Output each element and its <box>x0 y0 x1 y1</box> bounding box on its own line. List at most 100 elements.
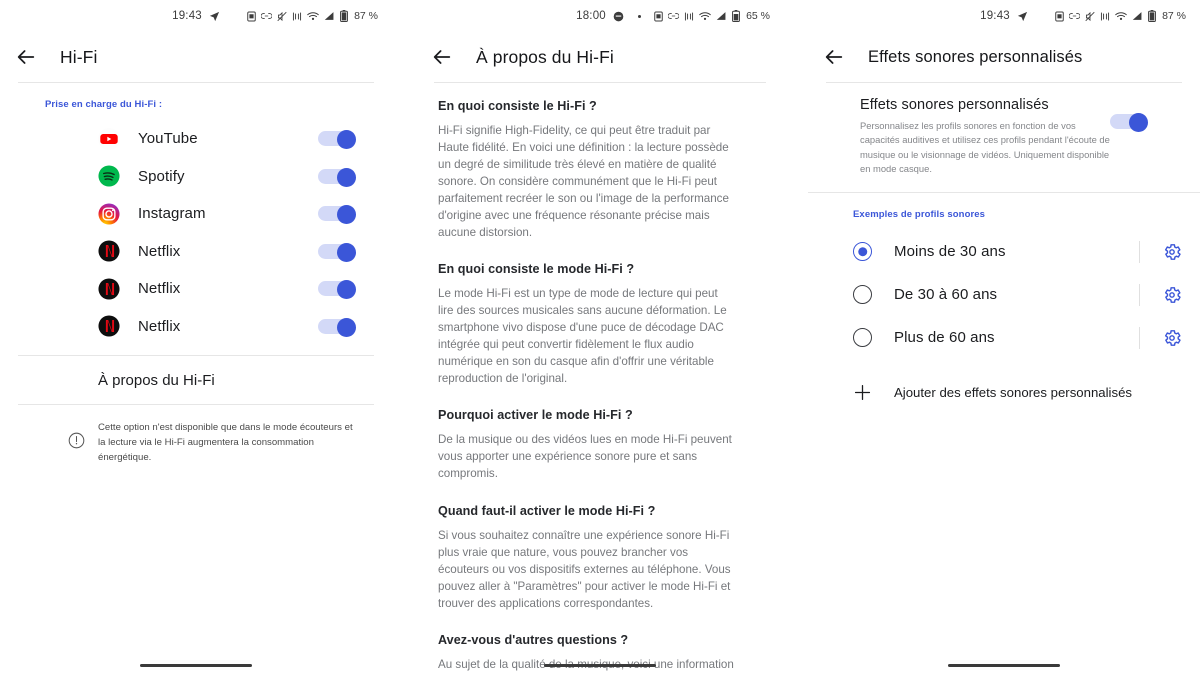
app-row-instagram[interactable]: Instagram <box>0 195 392 233</box>
status-bar-right: 87 % <box>1055 10 1186 22</box>
nfc-icon <box>684 11 694 22</box>
app-label: Netflix <box>138 242 181 260</box>
article-heading: Pourquoi activer le mode Hi-Fi ? <box>438 408 633 423</box>
notification-dot-icon <box>638 14 642 18</box>
mute-icon <box>1085 11 1095 22</box>
app-toggle[interactable] <box>318 167 356 187</box>
article-heading: Quand faut-il activer le mode Hi-Fi ? <box>438 503 656 518</box>
app-row-youtube[interactable]: YouTube <box>0 120 392 158</box>
app-toggle[interactable] <box>318 205 356 225</box>
wifi-icon <box>1115 11 1127 21</box>
netflix-icon <box>98 240 120 262</box>
status-time: 18:00 <box>576 10 606 22</box>
app-row-spotify[interactable]: Spotify <box>0 158 392 196</box>
footnote: Cette option n'est disponible que dans l… <box>0 405 392 466</box>
phone-screen-about-hifi: 18:00 65 % À propos du Hi-Fi En quoi con… <box>416 0 784 675</box>
article-heading: En quoi consiste le Hi-Fi ? <box>438 99 597 113</box>
toggle-thumb <box>337 242 356 262</box>
sim-icon <box>247 11 256 22</box>
article-paragraph: De la musique ou des vidéos lues en mode… <box>438 433 732 481</box>
gear-icon[interactable] <box>1162 242 1182 262</box>
toggle-thumb <box>337 280 356 300</box>
about-hifi-row[interactable]: À propos du Hi-Fi <box>0 356 392 404</box>
action-bar: Effets sonores personnalisés <box>808 32 1200 82</box>
wifi-icon <box>699 11 711 21</box>
back-arrow-icon[interactable] <box>822 45 846 69</box>
gear-icon[interactable] <box>1162 328 1182 348</box>
vertical-divider <box>1139 326 1140 349</box>
custom-effects-header: Effets sonores personnalisés Personnalis… <box>808 83 1200 192</box>
radio-button[interactable] <box>853 285 872 305</box>
nfc-icon <box>1100 11 1110 22</box>
instagram-icon <box>98 203 120 225</box>
status-bar-right: 87 % <box>247 10 378 22</box>
toggle-thumb <box>337 317 356 337</box>
radio-button[interactable] <box>853 242 872 262</box>
mute-icon <box>277 11 287 22</box>
app-toggle[interactable] <box>318 280 356 300</box>
radio-button[interactable] <box>853 328 872 348</box>
link-icon <box>261 12 273 20</box>
home-indicator <box>948 663 1060 667</box>
back-arrow-icon[interactable] <box>14 45 38 69</box>
profile-row-over-60[interactable]: Plus de 60 ans <box>808 316 1200 359</box>
panel-gap <box>392 0 416 675</box>
spotify-icon <box>98 165 120 187</box>
sim-icon <box>1055 11 1064 22</box>
about-article[interactable]: En quoi consiste le Hi-Fi ? Hi-Fi signif… <box>416 83 784 675</box>
battery-percent: 65 % <box>746 10 770 22</box>
gear-icon[interactable] <box>1162 285 1182 305</box>
sim-icon <box>654 11 663 22</box>
page-title: Effets sonores personnalisés <box>868 47 1083 66</box>
app-row-netflix-3[interactable]: Netflix <box>0 308 392 346</box>
add-custom-effects-row[interactable]: Ajouter des effets sonores personnalisés <box>808 369 1200 415</box>
app-label: Netflix <box>138 280 181 298</box>
status-bar: 19:43 87 % <box>0 0 392 32</box>
app-toggle[interactable] <box>318 130 356 150</box>
back-arrow-icon[interactable] <box>430 45 454 69</box>
add-custom-effects-label: Ajouter des effets sonores personnalisés <box>894 384 1133 400</box>
action-bar: Hi-Fi <box>0 32 392 82</box>
app-label: Netflix <box>138 317 181 335</box>
record-circle-icon <box>613 11 624 22</box>
battery-percent: 87 % <box>1162 10 1186 22</box>
app-row-netflix-2[interactable]: Netflix <box>0 270 392 308</box>
article-heading: Avez-vous d'autres questions ? <box>438 632 629 647</box>
app-label: Spotify <box>138 167 185 185</box>
profile-row-30-to-60[interactable]: De 30 à 60 ans <box>808 273 1200 316</box>
toggle-thumb <box>337 205 356 225</box>
footnote-text: Cette option n'est disponible que dans l… <box>98 422 353 463</box>
panel-gap <box>784 0 808 675</box>
custom-effects-toggle[interactable] <box>1110 113 1148 132</box>
plus-icon <box>853 383 872 402</box>
about-hifi-label: À propos du Hi-Fi <box>98 371 215 389</box>
navigation-arrow-icon <box>209 11 220 22</box>
profile-row-under-30[interactable]: Moins de 30 ans <box>808 230 1200 273</box>
battery-percent: 87 % <box>354 10 378 22</box>
phone-screen-custom-audio-effects: 19:43 87 % Effets sonores personnalisés … <box>808 0 1200 675</box>
profile-label: Plus de 60 ans <box>894 329 995 347</box>
link-icon <box>668 12 680 20</box>
toggle-thumb <box>1129 113 1148 132</box>
custom-effects-title: Effets sonores personnalisés <box>860 97 1049 113</box>
toggle-thumb <box>337 130 356 150</box>
app-row-netflix-1[interactable]: Netflix <box>0 233 392 271</box>
status-bar: 19:43 87 % <box>808 0 1200 32</box>
app-label: YouTube <box>138 130 198 148</box>
article-paragraph: Le mode Hi-Fi est un type de mode de lec… <box>438 287 727 386</box>
link-icon <box>1069 12 1081 20</box>
signal-icon <box>1132 11 1143 21</box>
app-toggle[interactable] <box>318 317 356 337</box>
app-toggle[interactable] <box>318 242 356 262</box>
status-time: 19:43 <box>172 10 202 22</box>
vertical-divider <box>1139 283 1140 306</box>
three-phone-screenshots: 19:43 87 % Hi-Fi Prise en charge du Hi-F… <box>0 0 1200 675</box>
status-time: 19:43 <box>980 10 1010 22</box>
nfc-icon <box>292 11 302 22</box>
article-paragraph: Hi-Fi signifie High-Fidelity, ce qui peu… <box>438 124 729 240</box>
page-title: À propos du Hi-Fi <box>476 46 614 67</box>
info-circle-icon <box>68 432 85 449</box>
profile-label: De 30 à 60 ans <box>894 286 998 304</box>
youtube-icon <box>98 127 120 150</box>
signal-icon <box>716 11 727 21</box>
